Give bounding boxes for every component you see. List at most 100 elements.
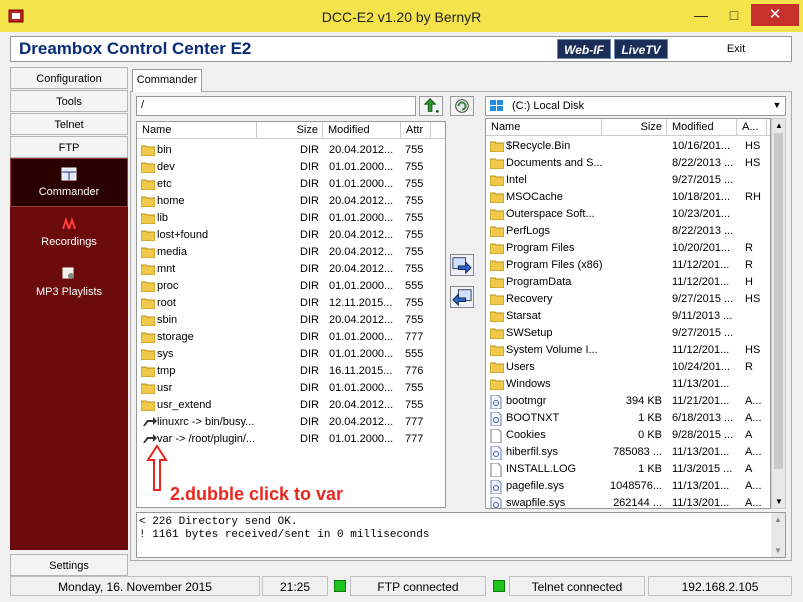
table-row[interactable]: hiberfil.sys 785083 ... 11/13/201... A...: [486, 444, 770, 461]
folder-icon: [489, 327, 505, 340]
table-row[interactable]: Documents and S... 8/22/2013 ... HS: [486, 155, 770, 172]
maximize-button[interactable]: □: [718, 4, 750, 26]
chevron-down-icon[interactable]: ▼: [771, 100, 783, 110]
cell-name: home: [157, 195, 185, 207]
table-row[interactable]: Cookies 0 KB 9/28/2015 ... A: [486, 427, 770, 444]
log-scrollbar[interactable]: ▲ ▼: [771, 513, 785, 557]
local-col-attr[interactable]: A...: [737, 119, 767, 136]
cell-attr: A...: [745, 497, 762, 509]
table-row[interactable]: root DIR 12.11.2015... 755: [137, 295, 445, 312]
local-file-list[interactable]: Name Size Modified A... $Recycle.Bin 10/1…: [485, 118, 771, 509]
table-row[interactable]: PerfLogs 8/22/2013 ...: [486, 223, 770, 240]
parent-dir-button[interactable]: [419, 96, 443, 116]
table-row[interactable]: mnt DIR 20.04.2012... 755: [137, 261, 445, 278]
copy-to-local-button[interactable]: [450, 254, 474, 276]
table-row[interactable]: MSOCache 10/18/201... RH: [486, 189, 770, 206]
log-scroll-up-icon[interactable]: ▲: [773, 515, 783, 524]
table-row[interactable]: System Volume I... 11/12/201... HS: [486, 342, 770, 359]
table-row[interactable]: sbin DIR 20.04.2012... 755: [137, 312, 445, 329]
table-row[interactable]: Intel 9/27/2015 ...: [486, 172, 770, 189]
cell-modified: 9/28/2015 ...: [672, 429, 734, 441]
log-scroll-down-icon[interactable]: ▼: [773, 546, 783, 555]
minimize-button[interactable]: —: [685, 4, 717, 26]
local-list-header: Name Size Modified A...: [486, 119, 770, 136]
table-row[interactable]: sys DIR 01.01.2000... 555: [137, 346, 445, 363]
table-row[interactable]: Starsat 9/11/2013 ...: [486, 308, 770, 325]
cell-attr: A...: [745, 395, 762, 407]
table-row[interactable]: $Recycle.Bin 10/16/201... HS: [486, 138, 770, 155]
table-row[interactable]: home DIR 20.04.2012... 755: [137, 193, 445, 210]
local-scrollbar[interactable]: ▲ ▼: [771, 118, 786, 509]
cell-attr: HS: [745, 157, 761, 169]
table-row[interactable]: Recovery 9/27/2015 ... HS: [486, 291, 770, 308]
remote-path-input[interactable]: /: [136, 96, 416, 116]
table-row[interactable]: SWSetup 9/27/2015 ...: [486, 325, 770, 342]
local-col-modified[interactable]: Modified: [667, 119, 737, 136]
nav-tools[interactable]: Tools: [10, 90, 128, 112]
cell-size: 785083 ...: [613, 446, 662, 458]
nav-commander[interactable]: Commander: [10, 186, 128, 198]
table-row[interactable]: Program Files (x86) 11/12/201... R: [486, 257, 770, 274]
cell-name: pagefile.sys: [506, 480, 565, 492]
table-row[interactable]: lib DIR 01.01.2000... 755: [137, 210, 445, 227]
table-row[interactable]: Users 10/24/201... R: [486, 359, 770, 376]
remote-col-modified[interactable]: Modified: [323, 122, 401, 139]
table-row[interactable]: lost+found DIR 20.04.2012... 755: [137, 227, 445, 244]
cell-attr: [745, 223, 769, 240]
cell-modified: 11/3/2015 ...: [672, 463, 733, 475]
copy-to-remote-button[interactable]: [450, 286, 474, 308]
cell-modified: 20.04.2012...: [329, 229, 394, 241]
tab-commander[interactable]: Commander: [132, 69, 202, 92]
nav-settings[interactable]: Settings: [10, 554, 128, 576]
title-bar: DCC-E2 v1.20 by BernyR — □ ✕: [0, 0, 803, 32]
table-row[interactable]: pagefile.sys 1048576... 11/13/201... A...: [486, 478, 770, 495]
nav-recordings[interactable]: Recordings: [10, 236, 128, 248]
table-row[interactable]: INSTALL.LOG 1 KB 11/3/2015 ... A: [486, 461, 770, 478]
drive-select[interactable]: (C:) Local Disk ▼: [485, 96, 786, 116]
table-row[interactable]: storage DIR 01.01.2000... 777: [137, 329, 445, 346]
exit-button[interactable]: Exit: [686, 37, 786, 61]
table-row[interactable]: media DIR 20.04.2012... 755: [137, 244, 445, 261]
local-col-name[interactable]: Name: [486, 119, 602, 136]
nav-ftp[interactable]: FTP: [10, 136, 128, 158]
table-row[interactable]: usr DIR 01.01.2000... 755: [137, 380, 445, 397]
table-row[interactable]: usr_extend DIR 20.04.2012... 755: [137, 397, 445, 414]
table-row[interactable]: etc DIR 01.01.2000... 755: [137, 176, 445, 193]
cell-attr: [745, 325, 769, 342]
table-row[interactable]: bin DIR 20.04.2012... 755: [137, 142, 445, 159]
close-button[interactable]: ✕: [751, 4, 799, 26]
cell-modified: 11/13/201...: [672, 446, 730, 458]
refresh-button[interactable]: [450, 96, 474, 116]
table-row[interactable]: swapfile.sys 262144 ... 11/13/201... A...: [486, 495, 770, 509]
local-scrollbar-thumb[interactable]: [774, 133, 783, 469]
table-row[interactable]: proc DIR 01.01.2000... 555: [137, 278, 445, 295]
local-col-size[interactable]: Size: [602, 119, 667, 136]
livetv-button[interactable]: LiveTV: [614, 39, 668, 59]
webif-button[interactable]: Web-IF: [557, 39, 611, 59]
cell-name: Documents and S...: [506, 157, 603, 169]
table-row[interactable]: Outerspace Soft... 10/23/201...: [486, 206, 770, 223]
table-row[interactable]: var -> /root/plugin/... DIR 01.01.2000... 7…: [137, 431, 445, 448]
nav-configuration[interactable]: Configuration: [10, 67, 128, 89]
remote-col-attr[interactable]: Attr: [401, 122, 431, 139]
remote-file-list[interactable]: Name Size Modified Attr bin DIR 20.04.2012…: [136, 121, 446, 508]
scroll-up-icon[interactable]: ▲: [774, 121, 784, 130]
cell-size: [604, 172, 662, 189]
table-row[interactable]: dev DIR 01.01.2000... 755: [137, 159, 445, 176]
table-row[interactable]: tmp DIR 16.11.2015... 776: [137, 363, 445, 380]
nav-commander-active[interactable]: [10, 158, 128, 207]
table-row[interactable]: Windows 11/13/201...: [486, 376, 770, 393]
table-row[interactable]: BOOTNXT 1 KB 6/18/2013 ... A...: [486, 410, 770, 427]
table-row[interactable]: ProgramData 11/12/201... H: [486, 274, 770, 291]
table-row[interactable]: Program Files 10/20/201... R: [486, 240, 770, 257]
remote-col-name[interactable]: Name: [137, 122, 257, 139]
cell-name: lost+found: [157, 229, 209, 241]
scroll-down-icon[interactable]: ▼: [774, 497, 784, 506]
nav-telnet[interactable]: Telnet: [10, 113, 128, 135]
nav-mp3-playlists[interactable]: MP3 Playlists: [10, 286, 128, 298]
cell-modified: 6/18/2013 ...: [672, 412, 734, 424]
cell-size: [604, 257, 662, 274]
remote-col-size[interactable]: Size: [257, 122, 323, 139]
table-row[interactable]: linuxrc -> bin/busy... DIR 20.04.2012... 77…: [137, 414, 445, 431]
table-row[interactable]: bootmgr 394 KB 11/21/201... A...: [486, 393, 770, 410]
